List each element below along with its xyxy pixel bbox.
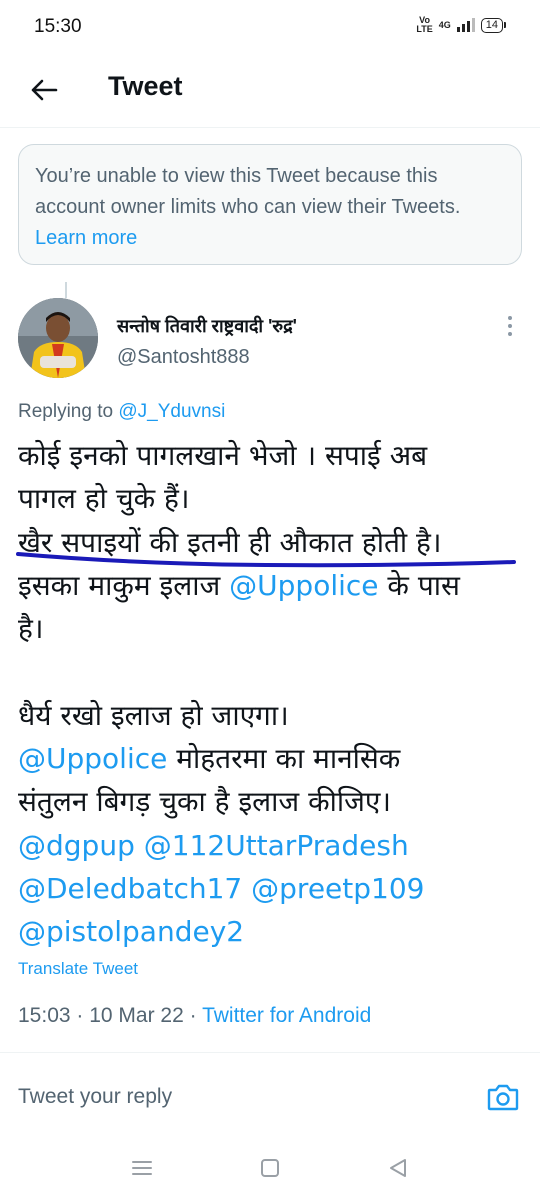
avatar[interactable] <box>18 298 98 378</box>
back-button[interactable] <box>24 70 64 110</box>
mention-link[interactable]: @Deledbatch17 <box>18 872 242 905</box>
system-nav-bar <box>0 1136 540 1200</box>
status-icons: Vo LTE 4G 14 <box>416 16 506 34</box>
page-title: Tweet <box>108 71 183 101</box>
restricted-tweet-notice: You’re unable to view this Tweet because… <box>18 144 522 265</box>
mention-link[interactable]: @dgpup <box>18 829 135 862</box>
tweet-text: कोई इनको पागलखाने भेजो । सपाई अब पागल हो… <box>18 434 528 954</box>
more-options-button[interactable] <box>498 312 522 340</box>
menu-icon <box>132 1161 152 1175</box>
thread-line <box>65 282 67 298</box>
network-type: 4G <box>438 19 451 30</box>
camera-button[interactable] <box>486 1081 520 1113</box>
tweet-meta: 15:03 · 10 Mar 22 · Twitter for Android <box>18 1003 371 1029</box>
notice-text: You’re unable to view this Tweet because… <box>35 165 461 218</box>
author-handle[interactable]: @Santosht888 <box>117 345 250 369</box>
tweet-line: पागल हो चुके हैं। <box>18 482 190 516</box>
tweet-source-link[interactable]: Twitter for Android <box>202 1004 371 1027</box>
translate-tweet-link[interactable]: Translate Tweet <box>18 958 138 980</box>
avatar-image <box>18 298 98 378</box>
status-bar: 15:30 Vo LTE 4G 14 <box>0 0 540 56</box>
triangle-back-icon <box>390 1159 406 1177</box>
app-header: Tweet <box>0 56 540 128</box>
tweet-line: @dgpup @112UttarPradesh <box>18 824 528 867</box>
arrow-left-icon <box>31 79 58 101</box>
tweet-line: @Deledbatch17 @preetp109 <box>18 867 528 910</box>
battery-icon: 14 <box>480 17 506 33</box>
tweet-line: कोई इनको पागलखाने भेजो । सपाई अब <box>18 439 428 472</box>
nav-home-button[interactable] <box>258 1156 282 1180</box>
mention-link[interactable]: @Uppolice <box>18 742 167 775</box>
camera-icon <box>487 1084 519 1111</box>
author-name[interactable]: सन्तोष तिवारी राष्ट्रवादी 'रुद्र' <box>117 314 297 338</box>
battery-level: 14 <box>480 17 503 33</box>
learn-more-link[interactable]: Learn more <box>35 227 137 249</box>
reply-bar: Tweet your reply <box>0 1052 540 1136</box>
mention-link[interactable]: @preetp109 <box>251 872 424 905</box>
nav-back-button[interactable] <box>386 1156 410 1180</box>
tweet-line: @Uppolice मोहतरमा का मानसिक <box>18 742 401 776</box>
tweet-line: धैर्य रखो इलाज हो जाएगा। <box>18 698 289 732</box>
reply-input[interactable]: Tweet your reply <box>18 1084 172 1110</box>
status-time: 15:30 <box>34 16 82 37</box>
more-vertical-icon <box>508 316 512 320</box>
signal-icon <box>456 18 475 32</box>
square-home-icon <box>261 1159 279 1177</box>
tweet-line: संतुलन बिगड़ चुका है इलाज कीजिए। <box>18 785 391 819</box>
volte-indicator: Vo LTE <box>416 15 433 34</box>
hand-drawn-underline <box>16 552 516 568</box>
tweet-timestamp: 15:03 · 10 Mar 22 · <box>18 1004 197 1027</box>
replying-to: Replying to @J_Yduvnsi <box>18 401 226 422</box>
tweet-line: है। <box>18 612 44 646</box>
mention-link[interactable]: @pistolpandey2 <box>18 915 244 948</box>
replying-to-link[interactable]: @J_Yduvnsi <box>118 401 225 422</box>
tweet-line: @pistolpandey2 <box>18 910 528 953</box>
nav-menu-button[interactable] <box>130 1156 154 1180</box>
mention-link[interactable]: @112UttarPradesh <box>144 829 409 862</box>
